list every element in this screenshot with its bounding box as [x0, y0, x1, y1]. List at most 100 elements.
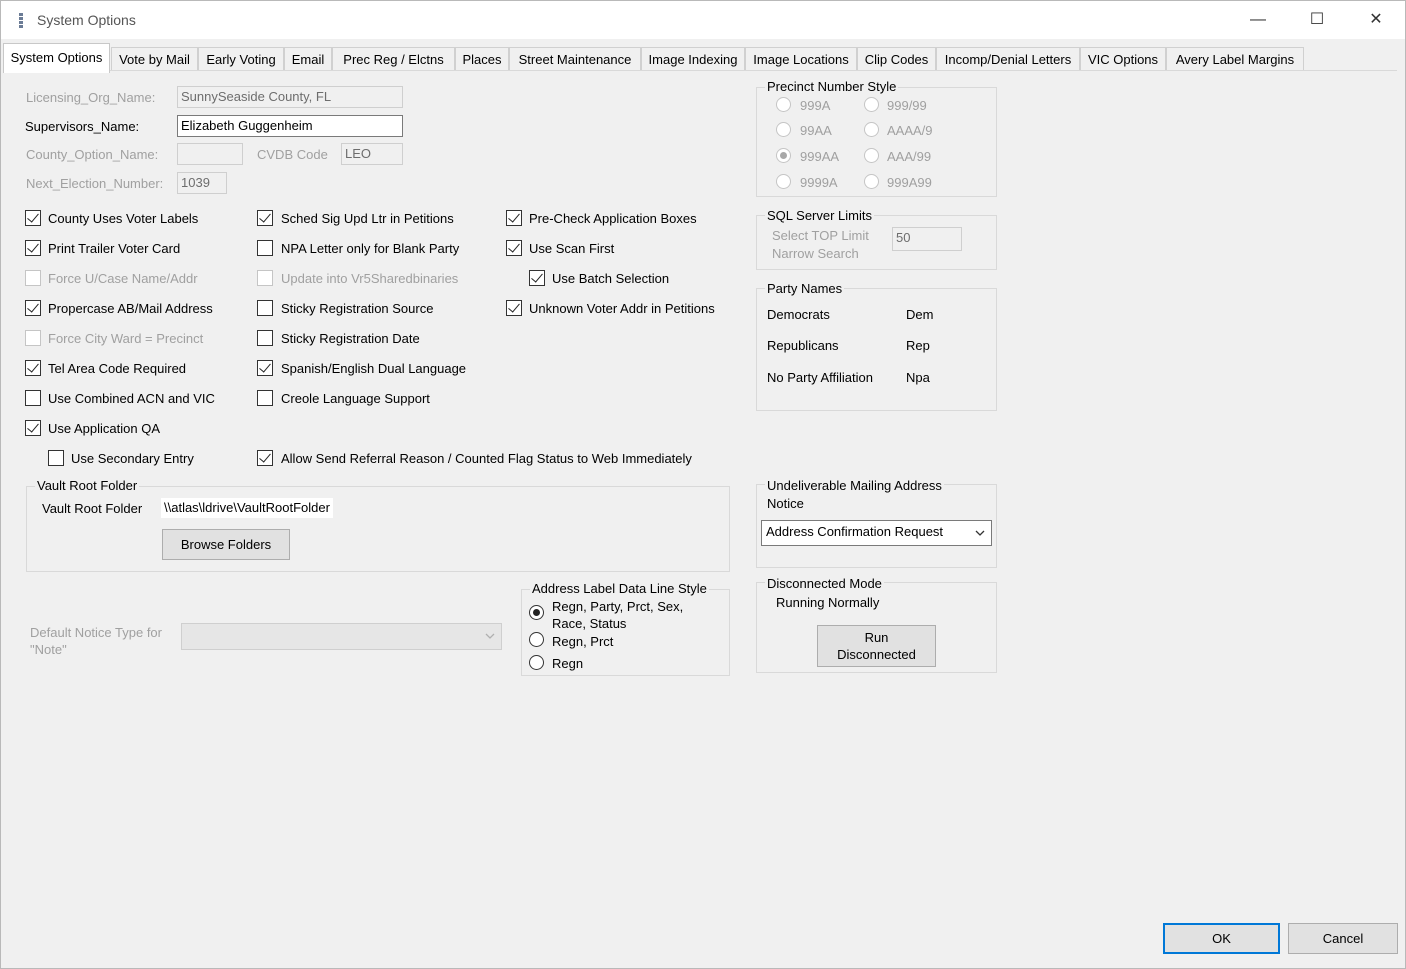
- cvdb-code-field: LEO: [341, 143, 403, 165]
- next-election-number-label: Next_Election_Number:: [26, 176, 164, 191]
- tab-clip-codes[interactable]: Clip Codes: [857, 47, 936, 71]
- use-application-qa-checkbox[interactable]: [25, 420, 41, 436]
- precheck-app-boxes-checkbox[interactable]: [506, 210, 522, 226]
- tab-image-indexing[interactable]: Image Indexing: [641, 47, 745, 71]
- licensing-org-name-field: SunnySeaside County, FL: [177, 86, 403, 108]
- tab-avery-label-margins[interactable]: Avery Label Margins: [1166, 47, 1304, 71]
- system-options-window: System Options — ☐ ✕ System Options Vote…: [0, 0, 1406, 969]
- precinct-style-999-99-radio: [864, 97, 879, 112]
- default-notice-type-select: [181, 623, 502, 650]
- tab-prec-reg-elctns[interactable]: Prec Reg / Elctns: [332, 47, 455, 71]
- address-label-regn-label: Regn: [552, 656, 584, 671]
- select-top-limit-label: Select TOP Limit: [772, 228, 869, 243]
- tel-area-code-checkbox[interactable]: [25, 360, 41, 376]
- use-application-qa-label: Use Application QA: [48, 421, 161, 436]
- propercase-ab-checkbox[interactable]: [25, 300, 41, 316]
- tab-image-locations[interactable]: Image Locations: [745, 47, 857, 71]
- creole-support-label: Creole Language Support: [281, 391, 430, 406]
- update-vr5-label: Update into Vr5Sharedbinaries: [281, 271, 459, 286]
- party-code-dem: Dem: [906, 307, 934, 322]
- spanish-english-checkbox[interactable]: [257, 360, 273, 376]
- use-scan-first-checkbox[interactable]: [506, 240, 522, 256]
- county-uses-voter-labels-label: County Uses Voter Labels: [48, 211, 199, 226]
- county-uses-voter-labels-checkbox[interactable]: [25, 210, 41, 226]
- address-label-regn-prct-label: Regn, Prct: [552, 634, 614, 649]
- undeliverable-notice-label: Undeliverable Mailing Address: [765, 478, 944, 493]
- use-secondary-entry-checkbox[interactable]: [48, 450, 64, 466]
- supervisors-name-label: Supervisors_Name:: [25, 119, 140, 134]
- tab-incomp-denial-letters[interactable]: Incomp/Denial Letters: [936, 47, 1080, 71]
- app-icon: [18, 12, 24, 28]
- print-trailer-voter-card-label: Print Trailer Voter Card: [48, 241, 181, 256]
- sql-server-limits-label: SQL Server Limits: [765, 208, 874, 223]
- vault-root-folder-group-label: Vault Root Folder: [35, 478, 140, 493]
- licensing-org-name-label: Licensing_Org_Name:: [26, 90, 156, 105]
- use-combined-acn-label: Use Combined ACN and VIC: [48, 391, 215, 406]
- browse-folders-button[interactable]: Browse Folders: [162, 529, 290, 560]
- allow-send-referral-checkbox[interactable]: [257, 450, 273, 466]
- party-name-republicans: Republicans: [767, 338, 839, 353]
- use-secondary-entry-label: Use Secondary Entry: [71, 451, 194, 466]
- county-option-name-label: County_Option_Name:: [26, 147, 159, 162]
- chevron-down-icon: [485, 633, 495, 639]
- precinct-style-999aa-radio: [776, 148, 791, 163]
- county-option-name-field: [177, 143, 243, 165]
- precinct-style-999a-radio: [776, 97, 791, 112]
- print-trailer-voter-card-checkbox[interactable]: [25, 240, 41, 256]
- precheck-app-boxes-label: Pre-Check Application Boxes: [529, 211, 697, 226]
- sticky-reg-source-checkbox[interactable]: [257, 300, 273, 316]
- precinct-style-9999a-radio: [776, 174, 791, 189]
- address-label-regn-radio[interactable]: [529, 655, 544, 670]
- force-ucase-label: Force U/Case Name/Addr: [48, 271, 198, 286]
- precinct-style-999a-label: 999A: [800, 98, 831, 113]
- title-bar: System Options — ☐ ✕: [1, 1, 1405, 39]
- chevron-down-icon: [975, 530, 985, 536]
- force-city-ward-checkbox: [25, 330, 41, 346]
- tel-area-code-label: Tel Area Code Required: [48, 361, 187, 376]
- run-disconnected-button[interactable]: Run Disconnected: [817, 625, 936, 667]
- supervisors-name-field[interactable]: Elizabeth Guggenheim: [177, 115, 403, 137]
- precinct-style-999a99-radio: [864, 174, 879, 189]
- tab-email[interactable]: Email: [284, 47, 332, 71]
- disconnected-mode-label: Disconnected Mode: [765, 576, 884, 591]
- address-label-regn-prct-radio[interactable]: [529, 632, 544, 647]
- creole-support-checkbox[interactable]: [257, 390, 273, 406]
- default-notice-type-label: Default Notice Type for: [30, 625, 162, 640]
- cvdb-code-label: CVDB Code: [257, 147, 328, 162]
- use-combined-acn-checkbox[interactable]: [25, 390, 41, 406]
- run-disconnected-line-1: Run: [864, 630, 889, 645]
- maximize-button[interactable]: ☐: [1288, 1, 1346, 39]
- tab-system-options[interactable]: System Options: [3, 43, 110, 73]
- default-notice-type-label-2: "Note": [30, 642, 67, 657]
- sched-sig-upd-label: Sched Sig Upd Ltr in Petitions: [281, 211, 454, 226]
- tab-vote-by-mail[interactable]: Vote by Mail: [111, 47, 198, 71]
- vault-root-folder-label: Vault Root Folder: [42, 501, 143, 516]
- party-code-rep: Rep: [906, 338, 930, 353]
- address-label-regn-party-label: Regn, Party, Prct, Sex,: [552, 599, 684, 614]
- next-election-number-field: 1039: [177, 172, 227, 194]
- minimize-button[interactable]: —: [1229, 1, 1287, 39]
- vault-root-folder-group: [26, 486, 730, 572]
- vault-root-folder-path: \\atlas\ldrive\VaultRootFolder: [161, 498, 333, 518]
- undeliverable-notice-select[interactable]: Address Confirmation Request: [761, 520, 992, 546]
- cancel-button[interactable]: Cancel: [1288, 923, 1398, 954]
- ok-button[interactable]: OK: [1163, 923, 1280, 954]
- npa-letter-checkbox[interactable]: [257, 240, 273, 256]
- precinct-style-aaa-99-label: AAA/99: [887, 149, 932, 164]
- close-button[interactable]: ✕: [1347, 1, 1405, 39]
- update-vr5-checkbox: [257, 270, 273, 286]
- narrow-search-label: Narrow Search: [772, 246, 859, 261]
- unknown-voter-addr-checkbox[interactable]: [506, 300, 522, 316]
- address-label-regn-party-radio[interactable]: [529, 605, 544, 620]
- npa-letter-label: NPA Letter only for Blank Party: [281, 241, 460, 256]
- tab-street-maintenance[interactable]: Street Maintenance: [509, 47, 641, 71]
- tab-early-voting[interactable]: Early Voting: [198, 47, 284, 71]
- sticky-reg-date-checkbox[interactable]: [257, 330, 273, 346]
- sched-sig-upd-checkbox[interactable]: [257, 210, 273, 226]
- tab-vic-options[interactable]: VIC Options: [1080, 47, 1166, 71]
- use-batch-selection-checkbox[interactable]: [529, 270, 545, 286]
- use-batch-selection-label: Use Batch Selection: [552, 271, 670, 286]
- select-top-limit-field: 50: [892, 227, 962, 251]
- tab-places[interactable]: Places: [455, 47, 509, 71]
- precinct-style-99aa-radio: [776, 122, 791, 137]
